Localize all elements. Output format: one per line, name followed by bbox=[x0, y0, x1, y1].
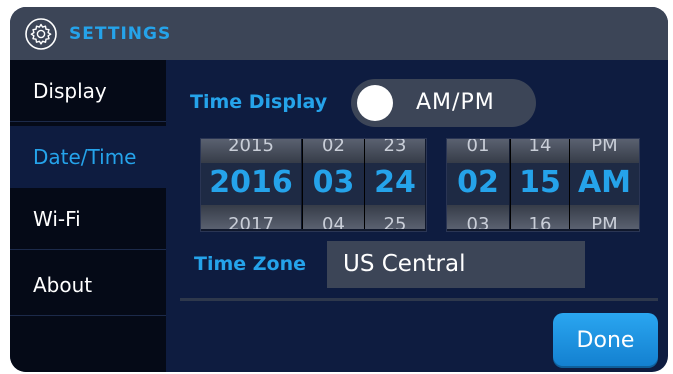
day-prev: 23 bbox=[383, 139, 407, 156]
minute-next: 16 bbox=[528, 214, 552, 229]
minute-selected: 15 bbox=[519, 165, 561, 200]
minute-wheel[interactable]: 14 15 16 bbox=[510, 139, 569, 229]
hour-wheel[interactable]: 01 02 03 bbox=[447, 139, 509, 229]
sidebar: Display Date/Time Wi-Fi About bbox=[10, 60, 166, 372]
time-zone-label: Time Zone bbox=[194, 253, 307, 275]
sidebar-item-label: Date/Time bbox=[33, 145, 137, 169]
sidebar-item-label: Wi-Fi bbox=[33, 207, 81, 231]
hour-next: 03 bbox=[466, 214, 490, 229]
month-prev: 02 bbox=[322, 139, 345, 156]
sidebar-item-datetime[interactable]: Date/Time bbox=[10, 126, 166, 188]
minute-prev: 14 bbox=[528, 139, 552, 156]
time-format-toggle[interactable]: AM/PM bbox=[351, 79, 536, 127]
page-title: SETTINGS bbox=[69, 24, 172, 44]
month-selected: 03 bbox=[312, 165, 355, 200]
sidebar-item-about[interactable]: About bbox=[10, 254, 166, 316]
year-wheel[interactable]: 2015 2016 2017 bbox=[201, 139, 301, 229]
day-selected: 24 bbox=[374, 165, 416, 200]
hour-selected: 02 bbox=[457, 165, 499, 200]
hour-prev: 01 bbox=[466, 139, 490, 156]
time-zone-select[interactable]: US Central bbox=[327, 241, 585, 288]
day-next: 25 bbox=[383, 214, 407, 229]
ampm-wheel[interactable]: PM AM PM bbox=[569, 139, 639, 229]
gear-icon bbox=[25, 18, 57, 50]
sidebar-item-wifi[interactable]: Wi-Fi bbox=[10, 188, 166, 250]
sidebar-item-display[interactable]: Display bbox=[10, 60, 166, 122]
year-prev: 2015 bbox=[228, 139, 274, 156]
sidebar-item-label: About bbox=[33, 273, 93, 297]
settings-device: SETTINGS Display Date/Time Wi-Fi About T… bbox=[10, 7, 668, 372]
time-format-value: AM/PM bbox=[416, 90, 495, 115]
title-bar: SETTINGS bbox=[10, 7, 668, 60]
month-next: 04 bbox=[322, 214, 345, 229]
time-display-label: Time Display bbox=[190, 91, 328, 113]
toggle-knob[interactable] bbox=[357, 85, 393, 121]
year-next: 2017 bbox=[228, 214, 274, 229]
ampm-next: PM bbox=[591, 214, 618, 229]
done-button[interactable]: Done bbox=[553, 313, 658, 368]
ampm-selected: AM bbox=[577, 165, 632, 200]
month-wheel[interactable]: 02 03 04 bbox=[302, 139, 364, 229]
day-wheel[interactable]: 23 24 25 bbox=[364, 139, 425, 229]
divider bbox=[180, 298, 658, 301]
sidebar-item-label: Display bbox=[33, 79, 107, 103]
ampm-prev: PM bbox=[591, 139, 618, 156]
year-selected: 2016 bbox=[209, 165, 293, 200]
